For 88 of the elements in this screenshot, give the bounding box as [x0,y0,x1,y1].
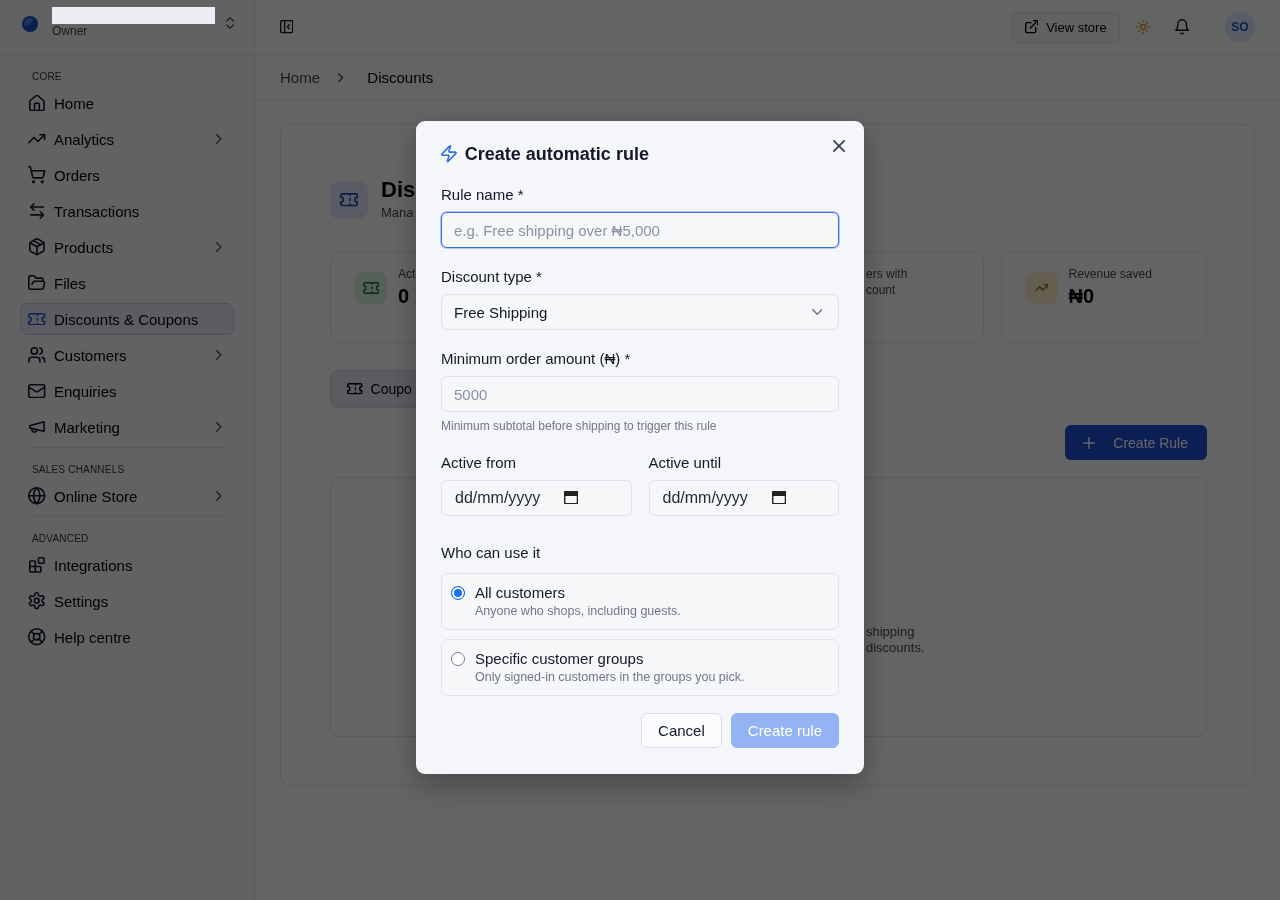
sidebar-item[interactable]: Marketing [20,411,234,443]
breadcrumb-link[interactable]: Home [280,69,320,86]
option-description: Only signed-in customers in the groups you pick. [475,669,745,685]
close-icon[interactable] [833,140,845,152]
settings-icon [28,592,46,610]
sidebar-item[interactable]: Home [20,87,234,119]
stat-label: ers with count [866,266,909,298]
option-title: Specific customer groups [475,649,645,669]
ticket-icon [347,383,363,395]
blocks-icon [29,557,45,573]
date-field[interactable]: dd/mm/yyyy [441,480,632,516]
page-title: Dis [381,178,416,202]
sidebar-item[interactable]: Online Store [20,480,234,512]
chevrons-up-down-icon[interactable] [226,17,234,29]
audience-option[interactable]: Specific customer groups Only signed-in customers in the groups you pick. [441,639,839,696]
modal-title: Create automatic rule [464,143,649,166]
cart-icon [28,166,46,184]
audience-option[interactable]: All customers Anyone who shops, including guests. [441,573,839,630]
empty-state-text: shipping discounts. [866,624,926,656]
view-store-button[interactable]: View store [1010,11,1120,43]
breadcrumb-link[interactable]: Discounts [367,69,434,86]
chevron-right-icon [216,350,222,360]
lifebuoy-icon [28,628,46,646]
sidebar-item[interactable]: Help centre [20,621,234,653]
field-label: Who can use it [441,543,542,563]
calendar-icon [771,491,786,505]
stat-value: 0 [398,284,411,308]
lightning-icon [441,145,457,163]
field-label: Active until [648,453,723,473]
chevron-right-icon [216,242,222,252]
date-field[interactable]: dd/mm/yyyy [648,480,839,516]
stat-label: Act [398,266,416,282]
megaphone-icon [29,420,45,434]
section-label: SALES CHANNELS [31,464,126,476]
stat-value: ₦0 [1068,284,1096,308]
sidebar-item[interactable]: Transactions [20,195,234,227]
field-label: Active from [441,453,517,473]
sidebar-toggle-icon[interactable] [280,20,294,34]
ticket-icon [330,181,368,219]
user-avatar[interactable]: SO [1225,12,1255,42]
sidebar-item[interactable]: Analytics [20,123,234,155]
option-title: All customers [475,583,567,603]
section-label: CORE [31,71,63,83]
sidebar-item[interactable]: Files [20,267,234,299]
radio-button[interactable] [451,586,465,600]
create-rule-button[interactable]: Create Rule [1065,425,1207,460]
dropdown[interactable]: Free Shipping [441,294,839,330]
field-label: Minimum order amount (₦) * [441,349,632,369]
plus-icon [1083,436,1096,449]
cancel-button[interactable]: Cancel [641,713,722,748]
sidebar-item[interactable]: Products [20,231,234,263]
field-label: Discount type * [441,267,543,287]
help-text: Minimum subtotal before shipping to trigger this rule [441,418,718,434]
stat-label: Revenue saved [1068,266,1152,282]
radio-button[interactable] [451,652,465,666]
sidebar-item[interactable]: Settings [20,585,234,617]
globe-icon [28,487,46,505]
chevron-right-icon [216,134,222,144]
folder-icon [28,275,46,291]
sidebar-item[interactable]: Orders [20,159,234,191]
logo-icon [22,16,38,32]
sidebar-item[interactable]: Discounts & Coupons [20,303,234,335]
field-label: Rule name * [441,185,525,205]
sidebar-item[interactable]: Customers [20,339,234,371]
chevron-right-icon [216,491,222,501]
input-field[interactable]: e.g. Free shipping over ₦5,000 [441,212,839,248]
external-link-icon [1024,20,1039,34]
left-right-arrows-icon [29,203,45,219]
chevron-down-icon [811,309,822,315]
trend-up-icon [1025,272,1058,304]
bell-icon[interactable] [1174,19,1189,35]
envelope-icon [28,383,46,399]
box-icon [29,238,45,256]
chevron-right-icon [338,72,344,83]
sun-icon[interactable] [1135,19,1150,35]
sidebar-item[interactable]: Integrations [20,549,234,581]
calendar-icon [564,491,579,505]
option-description: Anyone who shops, including guests. [475,603,681,619]
home-icon [29,94,45,112]
sidebar-item[interactable]: Enquiries [20,375,234,407]
chevron-right-icon [216,422,222,432]
trend-up-icon [28,134,46,144]
users-icon [28,347,46,363]
account-role: Owner [52,24,89,38]
section-label: ADVANCED [31,533,90,545]
ticket-icon [28,312,46,326]
page-subtitle: Mana [381,204,415,222]
ticket-icon [355,272,387,304]
